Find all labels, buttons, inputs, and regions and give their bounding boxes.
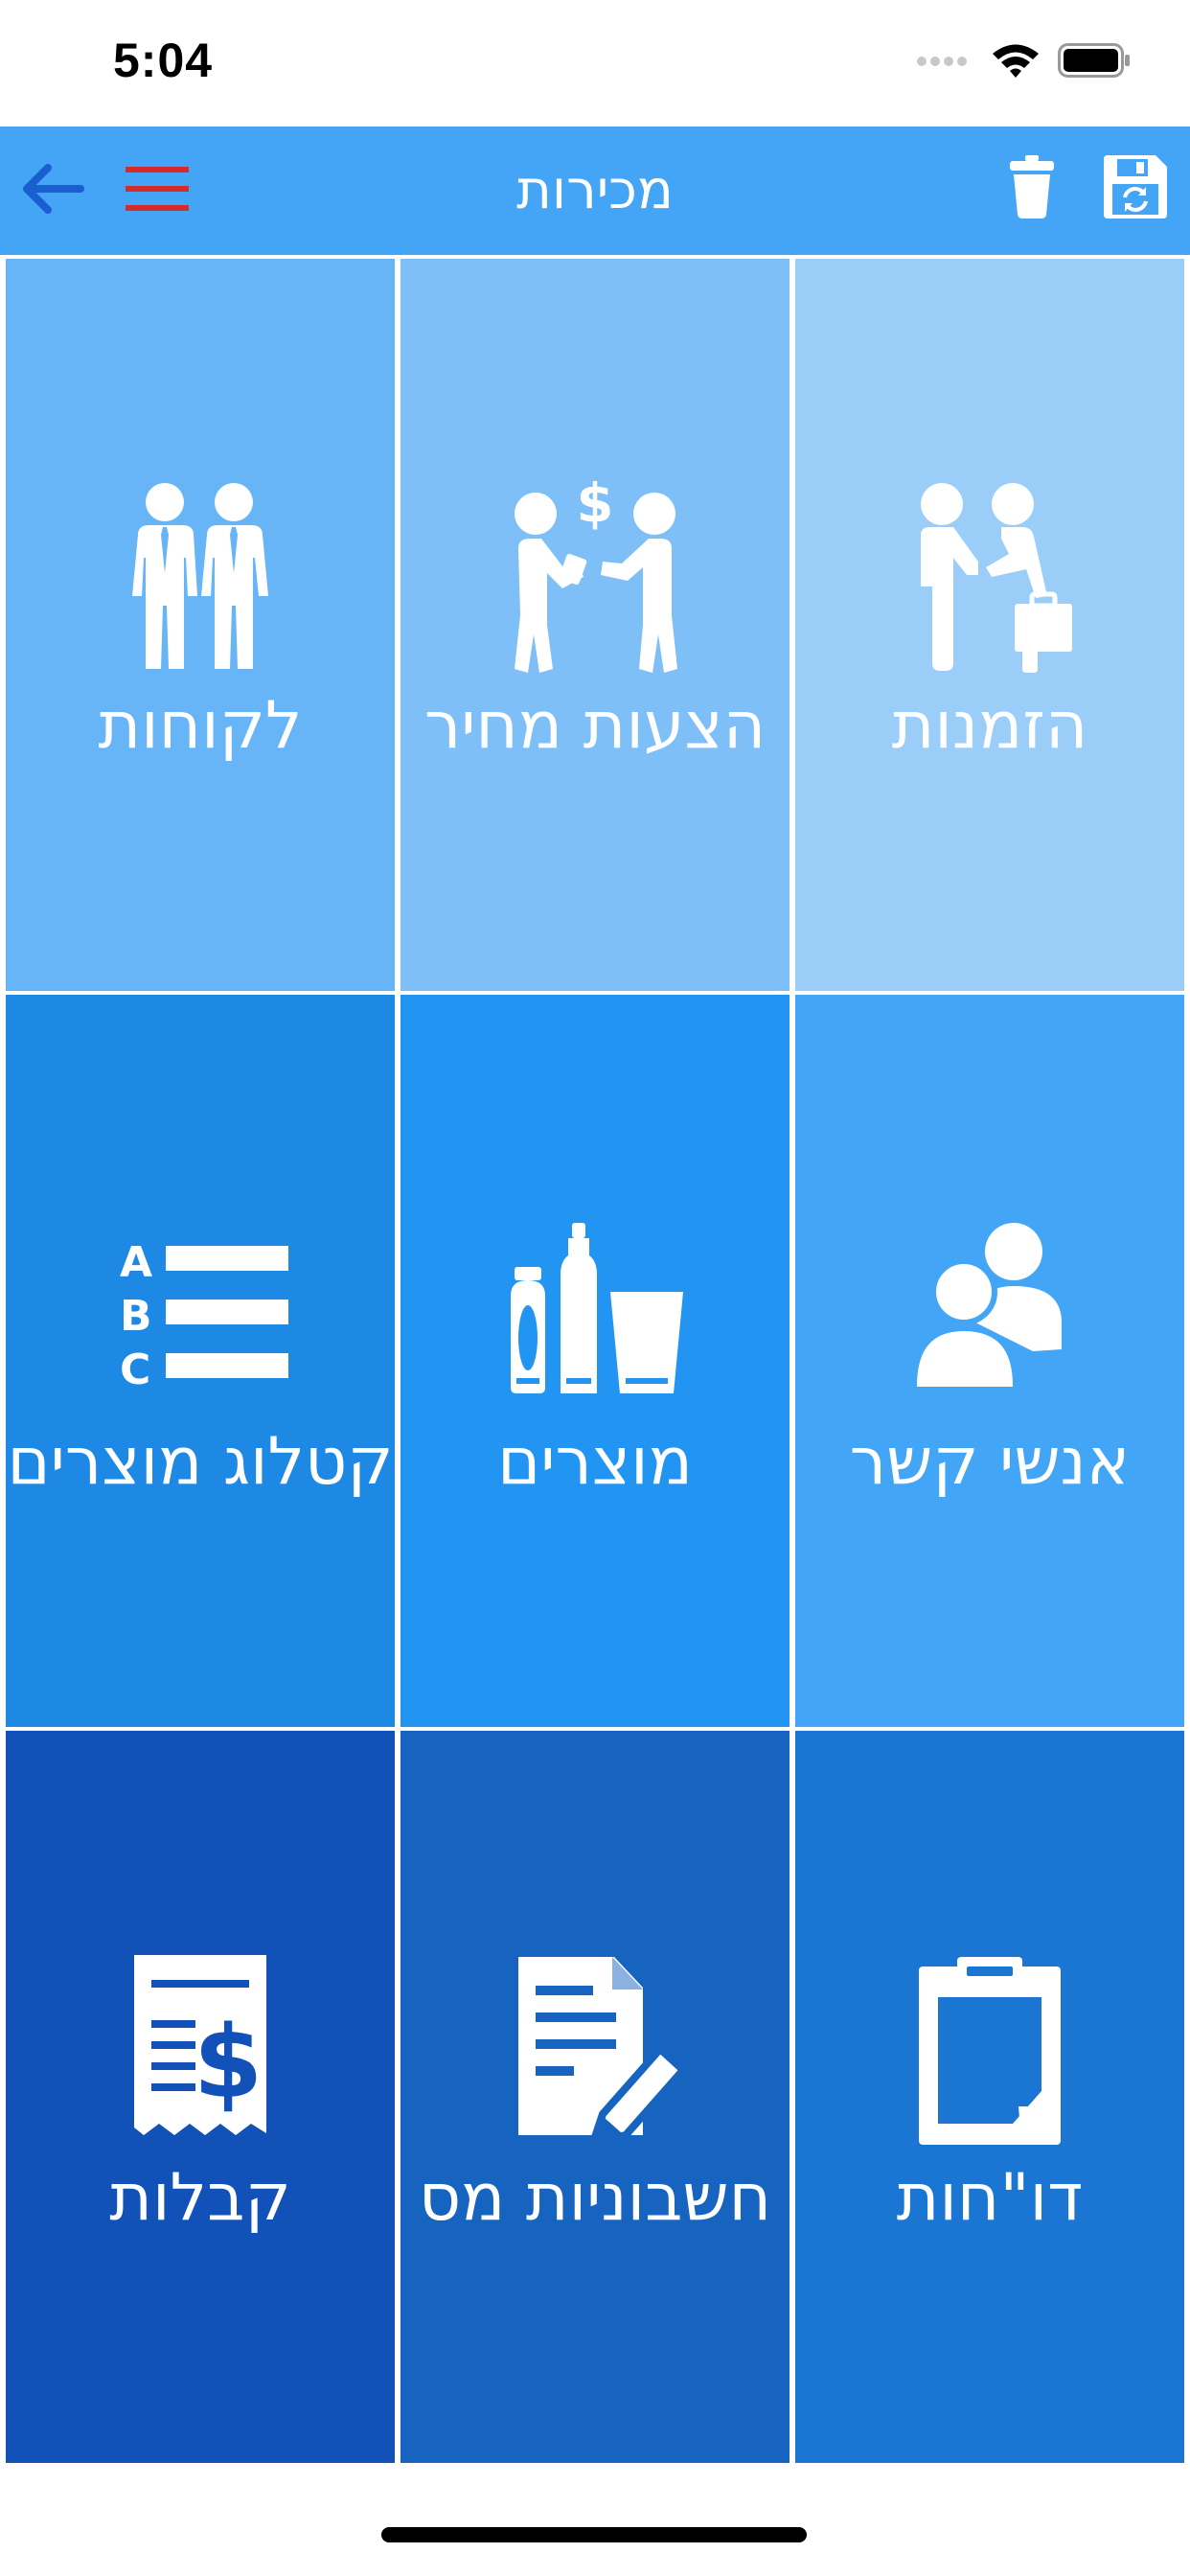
save-button[interactable] (1098, 151, 1173, 226)
handshake-briefcase-icon (795, 481, 1184, 673)
contacts-people-icon (795, 1217, 1184, 1409)
trash-icon (1010, 155, 1054, 222)
menu-grid: הזמנות $ הצעות מחיר לקוחות אנשי קשר מוצר… (0, 255, 1190, 2467)
tile-tax-invoices[interactable]: חשבוניות מס (400, 1731, 790, 2463)
invoice-document-pen-icon (400, 1953, 790, 2145)
tile-orders[interactable]: הזמנות (795, 259, 1184, 991)
tile-label: קבלות (109, 2160, 291, 2236)
app-screen: 5:04 מכירות הזמנות $ הצעות מחיר לקוחות א… (0, 0, 1190, 2576)
svg-text:$: $ (194, 2004, 263, 2121)
business-customers-icon (6, 481, 395, 673)
tile-reports[interactable]: דו"חות (795, 1731, 1184, 2463)
tile-label: חשבוניות מס (418, 2160, 772, 2236)
cellular-signal-icon (916, 54, 973, 72)
home-indicator[interactable] (381, 2527, 807, 2542)
nav-bar: מכירות (0, 126, 1190, 255)
status-icons (916, 38, 1131, 86)
wifi-icon (991, 41, 1041, 83)
tile-label: אנשי קשר (849, 1424, 1131, 1500)
tile-label: לקוחות (98, 688, 303, 764)
svg-text:$: $ (577, 481, 614, 535)
tile-label: קטלוג מוצרים (7, 1424, 394, 1500)
status-bar: 5:04 (0, 0, 1190, 126)
tile-product-catalog[interactable]: A B C קטלוג מוצרים (6, 995, 395, 1727)
svg-text:B: B (120, 1292, 152, 1341)
abc-catalog-list-icon: A B C (6, 1217, 395, 1409)
save-sync-icon (1104, 155, 1167, 222)
receipt-dollar-icon: $ (6, 1953, 395, 2145)
status-time: 5:04 (113, 34, 214, 87)
tile-label: מוצרים (497, 1424, 693, 1500)
tile-price-offers[interactable]: $ הצעות מחיר (400, 259, 790, 991)
tile-customers[interactable]: לקוחות (6, 259, 395, 991)
tile-label: הצעות מחיר (423, 688, 767, 764)
tile-receipts[interactable]: $ קבלות (6, 1731, 395, 2463)
tile-label: דו"חות (896, 2160, 1084, 2236)
tile-products[interactable]: מוצרים (400, 995, 790, 1727)
battery-icon (1058, 43, 1131, 81)
price-offer-exchange-icon: $ (400, 481, 790, 673)
tile-label: הזמנות (891, 688, 1088, 764)
delete-button[interactable] (1002, 153, 1062, 224)
products-bottles-icon (400, 1217, 790, 1409)
tile-contacts[interactable]: אנשי קשר (795, 995, 1184, 1727)
clipboard-reports-icon (795, 1953, 1184, 2145)
svg-text:C: C (120, 1346, 150, 1394)
svg-text:A: A (120, 1238, 152, 1287)
